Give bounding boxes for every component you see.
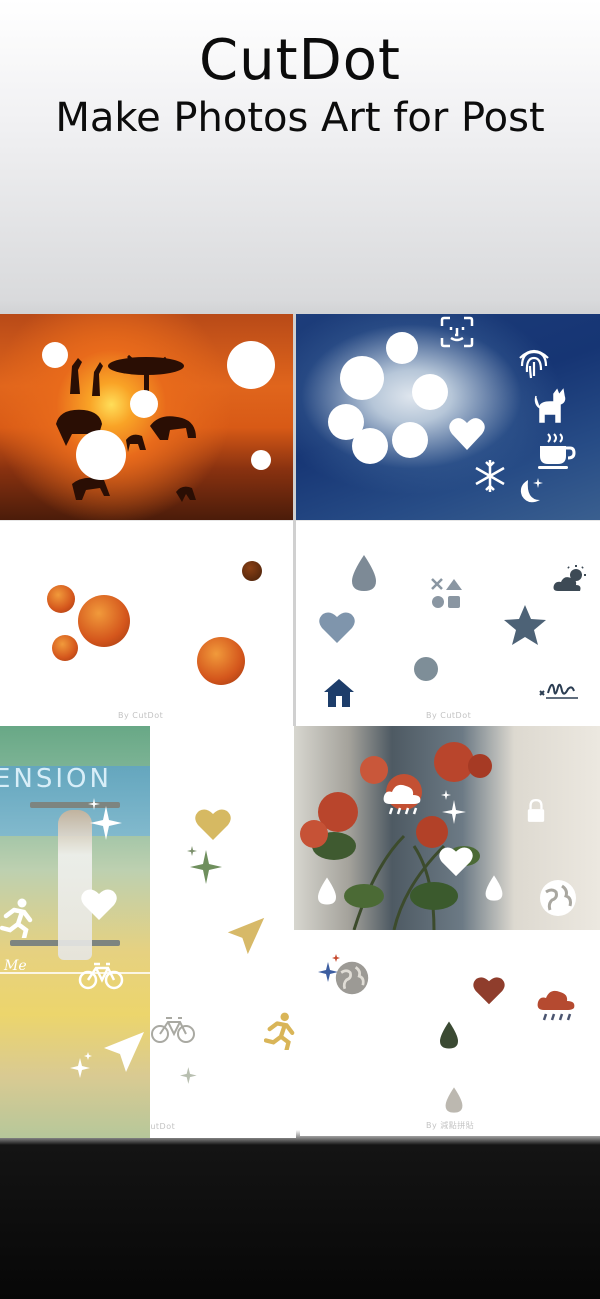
watermark: By 減點拼貼 — [426, 1121, 475, 1130]
cutout-dot — [251, 450, 271, 470]
lock-icon — [527, 798, 545, 822]
icons-result-card[interactable]: By CutDot — [296, 520, 600, 726]
sparkles-icon — [180, 1067, 197, 1084]
drop-icon — [485, 875, 503, 901]
gold-icons-card[interactable]: By CutDot — [150, 726, 296, 1138]
cat-icon — [534, 388, 566, 423]
home-icon — [324, 679, 354, 707]
heart-icon — [439, 847, 473, 877]
cutout-dot — [76, 430, 126, 480]
send-icon — [227, 917, 265, 955]
sparkles-icon — [441, 790, 466, 824]
cutout-dot — [130, 390, 158, 418]
sparkles-icon — [70, 1052, 92, 1078]
blue-photo-panel[interactable] — [296, 314, 600, 520]
bicycle-icon — [78, 962, 124, 990]
heart-icon — [81, 889, 117, 920]
savanna-photo-panel[interactable] — [0, 314, 293, 520]
cutout-dot — [352, 428, 388, 464]
cutout-dot — [42, 342, 68, 368]
send-icon — [104, 1032, 144, 1072]
cutout-dot — [392, 422, 428, 458]
flower-result-card[interactable]: By 減點拼貼 — [300, 930, 600, 1136]
globe-icon — [540, 880, 576, 916]
sparkles-icon — [88, 798, 122, 840]
runner-icon — [0, 898, 33, 938]
globe-icon — [335, 961, 369, 995]
dots-result-card[interactable]: By CutDot — [0, 520, 293, 726]
cutout-dot — [340, 356, 384, 400]
cutout-dot — [414, 657, 438, 681]
runner-icon — [264, 1012, 295, 1050]
snowflake-icon — [475, 460, 505, 492]
coffee-icon — [538, 433, 576, 469]
app-title: CutDot — [199, 28, 401, 93]
cloud-rain-icon — [537, 990, 575, 1021]
heart-icon — [449, 418, 485, 450]
poster-word: ENSION — [0, 764, 112, 794]
cutout-dot — [242, 561, 262, 581]
heart-icon — [473, 977, 505, 1005]
cutout-dot — [52, 635, 78, 661]
cutout-dot — [227, 341, 275, 389]
drop-icon — [440, 1021, 458, 1049]
sparkles-icon — [187, 846, 222, 884]
signature-icon — [539, 683, 578, 699]
flower-photo-panel[interactable] — [294, 726, 600, 930]
cloud-sun-icon — [553, 565, 586, 591]
cutout-dot — [197, 637, 245, 685]
drop-icon — [445, 1087, 463, 1113]
cloud-rain-icon — [383, 784, 421, 815]
shapes-icon — [431, 578, 462, 608]
watermark: By CutDot — [426, 711, 472, 720]
face-id-icon — [440, 316, 474, 348]
fingerprint-icon — [519, 349, 549, 379]
star-icon — [504, 605, 546, 645]
heart-icon — [319, 612, 355, 643]
drop-icon — [318, 877, 336, 905]
cutout-dot — [386, 332, 418, 364]
poster-script: Me — [4, 958, 27, 974]
poster-photo-panel[interactable]: ENSION Me — [0, 726, 150, 1138]
watermark: By CutDot — [150, 1122, 176, 1131]
cutout-dot — [78, 595, 130, 647]
cutout-dot — [47, 585, 75, 613]
app-tagline: Make Photos Art for Post — [55, 95, 545, 141]
moon-stars-icon — [520, 478, 543, 503]
heart-icon — [195, 809, 231, 840]
cutout-dot — [412, 374, 448, 410]
bicycle-icon — [151, 1017, 195, 1043]
header: CutDot Make Photos Art for Post — [0, 0, 600, 150]
watermark: By CutDot — [118, 711, 164, 720]
drop-icon — [352, 555, 376, 591]
